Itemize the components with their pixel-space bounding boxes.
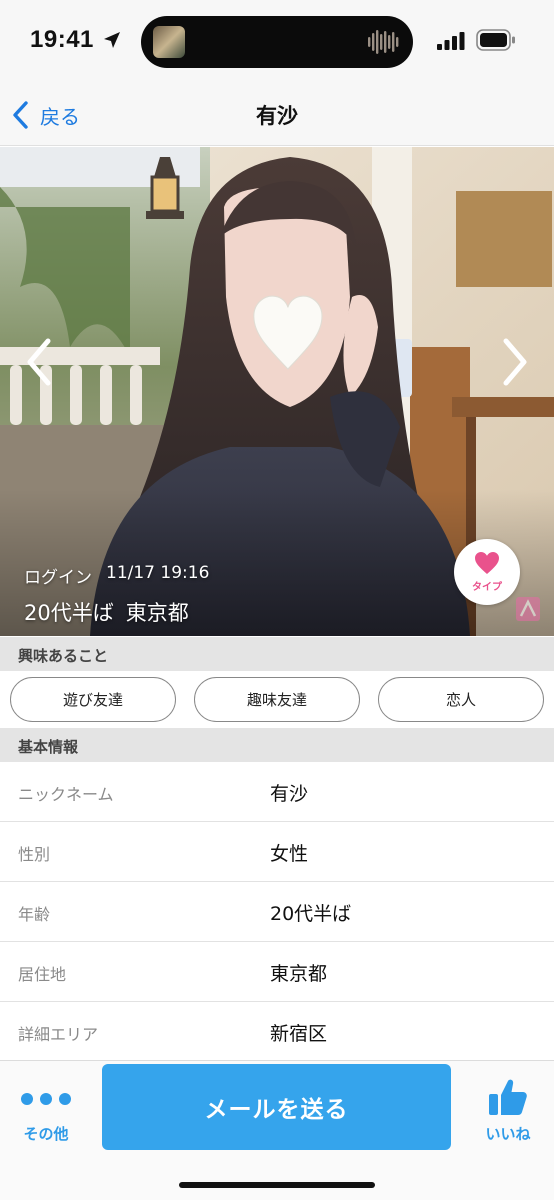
- info-value: 有沙: [270, 783, 309, 805]
- now-playing-artwork: [153, 26, 185, 58]
- interests-header: 興味あること: [0, 637, 554, 671]
- type-button[interactable]: タイプ: [454, 539, 520, 605]
- info-value: 女性: [270, 843, 309, 865]
- profile-age: 20代半ば: [24, 601, 114, 625]
- home-indicator[interactable]: [179, 1182, 375, 1188]
- interests-list: 遊び友達 趣味友達 恋人: [0, 671, 554, 728]
- audio-wave-icon: [368, 30, 399, 54]
- info-value: 東京都: [270, 963, 328, 985]
- battery-icon: [476, 29, 515, 51]
- chevron-right-icon[interactable]: [496, 337, 532, 387]
- chevron-left-icon[interactable]: [22, 337, 58, 387]
- more-button[interactable]: その他: [10, 1085, 82, 1155]
- heart-icon: [475, 552, 499, 574]
- info-key: 居住地: [18, 965, 67, 984]
- info-row-age: 年齢 20代半ば: [0, 882, 554, 942]
- send-mail-button[interactable]: メールを送る: [102, 1064, 451, 1150]
- page-title: 有沙: [256, 104, 298, 128]
- profile-photo[interactable]: ログイン 11/17 19:16 20代半ば 東京都 タイプ: [0, 147, 554, 636]
- interest-chip[interactable]: 遊び友達: [10, 677, 176, 722]
- dynamic-island[interactable]: [141, 16, 413, 68]
- info-key: 年齢: [18, 905, 51, 924]
- profile-location: 東京都: [125, 601, 189, 625]
- interest-chip[interactable]: 趣味友達: [194, 677, 360, 722]
- app-watermark-icon: [516, 597, 540, 621]
- interest-chip[interactable]: 恋人: [378, 677, 544, 722]
- more-label: その他: [23, 1125, 69, 1143]
- interests-header-label: 興味あること: [18, 647, 109, 665]
- bottom-action-bar: その他 メールを送る いいね: [0, 1060, 554, 1200]
- location-icon: [104, 32, 120, 48]
- status-time: 19:41: [30, 26, 94, 53]
- profile-summary: 20代半ば 東京都: [24, 597, 189, 627]
- info-row-residence: 居住地 東京都: [0, 942, 554, 1002]
- info-row-gender: 性別 女性: [0, 822, 554, 882]
- basic-info-header: 基本情報: [0, 728, 554, 762]
- navigation-bar: 戻る 有沙: [0, 84, 554, 146]
- info-key: 性別: [18, 845, 51, 864]
- status-bar: 19:41: [0, 0, 554, 84]
- signal-icon: [437, 32, 465, 50]
- info-row-area: 詳細エリア 新宿区: [0, 1002, 554, 1062]
- thumbs-up-icon: [489, 1079, 527, 1115]
- more-dots-icon: [21, 1093, 71, 1105]
- info-key: 詳細エリア: [18, 1025, 99, 1044]
- basic-info-header-label: 基本情報: [18, 738, 79, 756]
- like-button[interactable]: いいね: [470, 1073, 546, 1157]
- info-value: 新宿区: [270, 1023, 328, 1045]
- login-time: 11/17 19:16: [106, 563, 210, 583]
- info-key: ニックネーム: [18, 785, 114, 804]
- login-label: ログイン: [24, 568, 92, 588]
- like-label: いいね: [485, 1125, 531, 1143]
- info-row-nickname: ニックネーム 有沙: [0, 762, 554, 822]
- info-value: 20代半ば: [270, 903, 352, 925]
- type-label: タイプ: [472, 582, 502, 593]
- login-status: ログイン 11/17 19:16: [24, 563, 209, 588]
